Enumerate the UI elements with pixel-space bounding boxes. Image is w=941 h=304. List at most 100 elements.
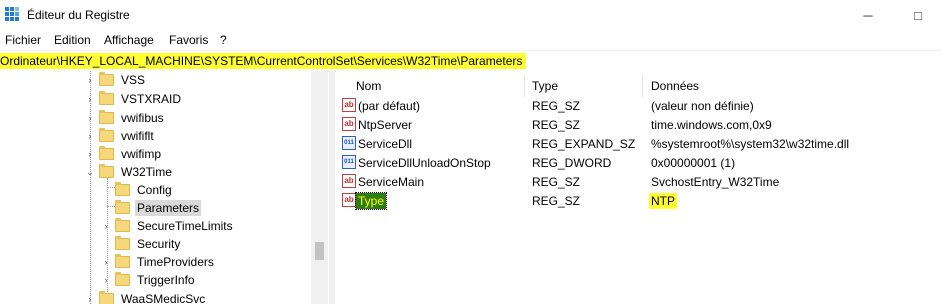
folder-icon — [99, 91, 114, 105]
expand-chevron-icon[interactable]: › — [100, 257, 112, 267]
value-type: REG_SZ — [532, 194, 581, 208]
value-type: REG_SZ — [532, 99, 581, 113]
value-row-servicemain[interactable]: ab ServiceMain REG_SZ SvchostEntry_W32Ti… — [336, 173, 941, 192]
column-header-type[interactable]: Type — [532, 79, 558, 93]
address-path[interactable]: Ordinateur\HKEY_LOCAL_MACHINE\SYSTEM\Cur… — [0, 53, 527, 69]
binary-value-icon: 011 — [342, 136, 356, 150]
value-data: 0x00000001 (1) — [651, 156, 736, 170]
value-name: Type — [354, 192, 388, 210]
tree-item-label: Config — [137, 183, 172, 197]
string-value-icon: ab — [342, 174, 356, 188]
tree-item-label: SecureTimeLimits — [137, 219, 233, 233]
minimize-icon: ─ — [863, 7, 873, 23]
minimize-button[interactable]: ─ — [845, 0, 891, 30]
column-divider[interactable] — [524, 75, 525, 97]
tree-item-label: WaaSMedicSvc — [121, 292, 206, 304]
folder-icon — [99, 291, 114, 304]
folder-icon — [99, 110, 114, 124]
binary-value-icon: 011 — [342, 155, 356, 169]
value-row-ntpserver[interactable]: ab NtpServer REG_SZ time.windows.com,0x9 — [336, 116, 941, 135]
tree-item-vwififlt[interactable]: › vwififlt — [84, 127, 156, 145]
tree-item-label: VSTXRAID — [121, 92, 182, 106]
registry-editor-icon — [5, 7, 19, 21]
menu-fichier[interactable]: Fichier — [5, 33, 41, 47]
tree-item-security[interactable]: Security — [100, 235, 182, 253]
value-data: (valeur non définie) — [651, 99, 754, 113]
folder-icon — [115, 200, 130, 214]
value-data: NTP — [649, 193, 677, 209]
folder-icon — [115, 182, 130, 196]
menu-help[interactable]: ? — [220, 33, 227, 47]
expand-chevron-icon[interactable]: › — [100, 275, 112, 285]
value-name: ServiceMain — [358, 175, 425, 189]
values-list[interactable]: Nom Type Données ab (par défaut) REG_SZ … — [336, 71, 941, 304]
string-value-icon: ab — [342, 98, 356, 112]
tree-item-vwifimp[interactable]: › vwifimp — [84, 145, 163, 163]
tree-item-config[interactable]: Config — [100, 181, 174, 199]
column-header-name[interactable]: Nom — [356, 79, 381, 93]
expand-chevron-icon[interactable]: › — [84, 149, 96, 159]
expand-chevron-icon[interactable]: › — [100, 221, 112, 231]
tree-item-vwifibus[interactable]: › vwifibus — [84, 109, 166, 127]
value-name: ServiceDllUnloadOnStop — [358, 156, 491, 170]
menu-affichage[interactable]: Affichage — [104, 33, 154, 47]
folder-icon — [115, 236, 130, 250]
folder-icon — [115, 254, 130, 268]
expand-chevron-icon[interactable]: › — [84, 294, 96, 304]
menu-edition[interactable]: Edition — [54, 33, 91, 47]
expand-chevron-icon[interactable]: › — [84, 75, 96, 85]
tree-item-waasmedicsvc[interactable]: › WaaSMedicSvc — [84, 290, 207, 304]
tree-item-triggerinfo[interactable]: › TriggerInfo — [100, 271, 197, 289]
tree-item-timeproviders[interactable]: › TimeProviders — [100, 253, 216, 271]
value-row-type[interactable]: ab Type REG_SZ NTP — [336, 192, 941, 211]
value-data: SvchostEntry_W32Time — [651, 175, 780, 189]
string-value-icon: ab — [342, 193, 356, 207]
expand-chevron-icon[interactable]: › — [84, 131, 96, 141]
value-type: REG_DWORD — [532, 156, 612, 170]
list-header: Nom Type Données — [336, 75, 941, 97]
maximize-button[interactable]: □ — [895, 0, 941, 30]
folder-icon — [99, 146, 114, 160]
tree-item-label: vwifimp — [121, 147, 162, 161]
value-row-default[interactable]: ab (par défaut) REG_SZ (valeur non défin… — [336, 97, 941, 116]
folder-icon — [115, 272, 130, 286]
value-data: time.windows.com,0x9 — [651, 118, 772, 132]
pane-splitter[interactable] — [329, 71, 335, 304]
title-bar: Éditeur du Registre ─ □ — [0, 0, 941, 30]
collapse-chevron-icon[interactable]: ⌄ — [84, 167, 96, 178]
menu-favoris[interactable]: Favoris — [169, 33, 208, 47]
folder-icon — [99, 128, 114, 142]
tree-item-label: VSS — [121, 73, 146, 87]
tree-item-label: vwififlt — [121, 129, 154, 143]
key-tree[interactable]: › VSS › VSTXRAID › vwifibus › vwififlt ›… — [0, 71, 328, 304]
expand-chevron-icon[interactable]: › — [84, 94, 96, 104]
tree-item-parameters[interactable]: Parameters — [100, 199, 202, 217]
value-name: ServiceDll — [358, 137, 413, 151]
tree-vertical-scrollbar[interactable] — [311, 71, 328, 304]
tree-item-label: TimeProviders — [137, 255, 214, 269]
scrollbar-thumb[interactable] — [315, 242, 324, 260]
maximize-icon: □ — [914, 7, 922, 23]
column-header-data[interactable]: Données — [651, 79, 699, 93]
tree-item-label: Parameters — [135, 200, 202, 216]
tree-item-label: vwifibus — [121, 111, 164, 125]
address-bar[interactable]: Ordinateur\HKEY_LOCAL_MACHINE\SYSTEM\Cur… — [0, 50, 941, 72]
tree-item-label: W32Time — [121, 165, 172, 179]
expand-chevron-icon[interactable]: › — [84, 113, 96, 123]
window-title: Éditeur du Registre — [27, 8, 130, 22]
value-name: (par défaut) — [358, 99, 421, 113]
value-name: NtpServer — [358, 118, 413, 132]
value-row-servicedll[interactable]: 011 ServiceDll REG_EXPAND_SZ %systemroot… — [336, 135, 941, 154]
folder-icon — [99, 72, 114, 86]
column-divider[interactable] — [642, 75, 643, 97]
value-type: REG_EXPAND_SZ — [532, 137, 636, 151]
value-data: %systemroot%\system32\w32time.dll — [651, 137, 850, 151]
tree-item-securetimelimits[interactable]: › SecureTimeLimits — [100, 217, 235, 235]
folder-icon — [115, 218, 130, 232]
tree-item-vss[interactable]: › VSS — [84, 71, 147, 89]
folder-open-icon — [99, 164, 114, 178]
tree-item-w32time[interactable]: ⌄ W32Time — [84, 163, 174, 181]
tree-item-vstxraid[interactable]: › VSTXRAID — [84, 90, 183, 108]
tree-item-label: TriggerInfo — [137, 273, 195, 287]
value-row-servicedllunloadonstop[interactable]: 011 ServiceDllUnloadOnStop REG_DWORD 0x0… — [336, 154, 941, 173]
